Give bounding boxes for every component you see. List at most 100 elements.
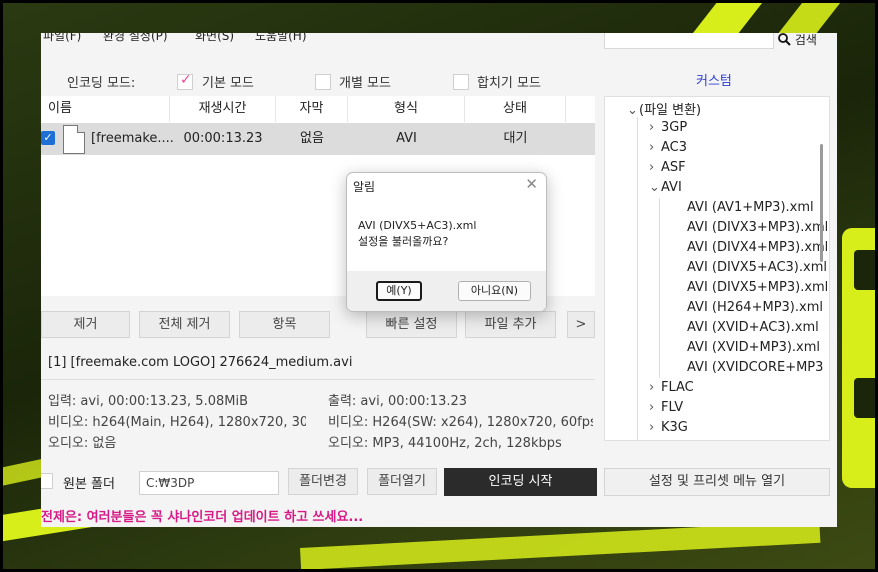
cell-format: AVI — [396, 131, 417, 146]
change-folder-button[interactable]: 폴더변경 — [288, 468, 358, 495]
bg-stripe — [300, 520, 821, 570]
start-encoding-button[interactable]: 인코딩 시작 — [444, 468, 597, 496]
dialog-preset-name: AVI (DIVX5+AC3).xml — [358, 219, 477, 232]
dialog-footer: 예(Y) 아니요(N) — [347, 271, 546, 311]
column-header-spare — [566, 96, 595, 122]
info-output: 출력: avi, 00:00:13.23 — [328, 394, 468, 409]
tree-item-ac3[interactable]: › AC3 — [649, 140, 687, 155]
cell-status: 대기 — [503, 131, 528, 146]
chevron-down-icon: ⌄ — [627, 103, 638, 118]
tree-preset-avi-divx5-ac3[interactable]: AVI (DIVX5+AC3).xml — [687, 260, 827, 275]
tree-preset-avi-av1-mp3[interactable]: AVI (AV1+MP3).xml — [687, 200, 814, 215]
bg-notch — [854, 378, 878, 418]
tree-item-asf[interactable]: › ASF — [649, 160, 686, 175]
tree-item-k3g[interactable]: › K3G — [649, 420, 688, 435]
add-file-button[interactable]: 파일 추가 — [465, 311, 556, 338]
basic-mode-checkbox[interactable]: ✓ — [177, 72, 193, 90]
tree-label: FLV — [661, 400, 684, 415]
remove-button[interactable]: 제거 — [41, 311, 130, 338]
column-header-status[interactable]: 상태 — [465, 96, 566, 122]
chevron-down-icon: ⌄ — [649, 180, 660, 195]
tree-label: FLAC — [661, 380, 694, 395]
preset-tree: ⌄(파일 변환) › 3GP › AC3 › ASF ⌄AVI AVI (AV1+MP… — [604, 96, 830, 441]
merge-mode-label: 합치기 모드 — [477, 76, 541, 91]
tree-preset-avi-xvid-ac3[interactable]: AVI (XVID+AC3).xml — [687, 320, 819, 335]
cell-duration: 00:00:13.23 — [183, 131, 263, 146]
check-icon: ✓ — [180, 72, 192, 88]
cell-subtitle: 없음 — [300, 131, 324, 146]
search-icon — [778, 33, 791, 46]
more-button[interactable]: > — [567, 311, 595, 338]
source-folder-label: 원본 폴더 — [63, 477, 115, 492]
info-audio-output: 오디오: MP3, 44100Hz, 2ch, 128kbps — [328, 436, 562, 451]
chevron-right-icon: › — [649, 380, 655, 395]
items-button[interactable]: 항목 — [239, 311, 330, 338]
tree-preset-avi-divx4-mp3[interactable]: AVI (DIVX4+MP3).xml — [687, 240, 828, 255]
tree-root[interactable]: ⌄(파일 변환) — [627, 99, 701, 118]
search-button[interactable]: 검색 — [778, 33, 817, 48]
basic-mode-label: 기본 모드 — [202, 76, 254, 91]
info-title: [1] [freemake.com LOGO] 276624_medium.av… — [48, 355, 353, 370]
tree-label: 3GP — [661, 120, 688, 135]
tree-preset-avi-divx5-mp3[interactable]: AVI (DIVX5+MP3).xml — [687, 280, 828, 295]
cell-name: [freemake.... — [91, 131, 173, 146]
encoding-mode-label: 인코딩 모드: — [67, 76, 136, 91]
file-info-panel: [1] [freemake.com LOGO] 276624_medium.av… — [41, 347, 595, 453]
tree-label: ASF — [661, 160, 686, 175]
close-icon[interactable]: ✕ — [525, 175, 538, 193]
merge-mode-checkbox[interactable] — [453, 74, 469, 90]
individual-mode-label: 개별 모드 — [339, 76, 391, 91]
tree-preset-avi-xvid-mp3[interactable]: AVI (XVID+MP3).xml — [687, 340, 820, 355]
custom-preset-link[interactable]: 커스텀 — [696, 70, 732, 89]
tree-preset-avi-divx3-mp3[interactable]: AVI (DIVX3+MP3).xml — [687, 220, 828, 235]
column-header-duration[interactable]: 재생시간 — [170, 96, 276, 122]
tree-label: K3G — [661, 420, 688, 435]
table-row[interactable]: ✓ [freemake.... 00:00:13.23 없음 AVI 대기 — [41, 123, 595, 155]
source-folder-checkbox[interactable] — [41, 473, 53, 489]
menu-view[interactable]: 화면(S) — [195, 33, 234, 44]
search-input[interactable] — [604, 33, 774, 49]
tree-guide — [637, 117, 638, 440]
open-folder-button[interactable]: 폴더열기 — [367, 468, 437, 495]
menu-preferences[interactable]: 환경 설정(P) — [103, 33, 168, 44]
chevron-right-icon: › — [649, 120, 655, 135]
menu-help[interactable]: 도움말(H) — [255, 33, 307, 44]
tree-scrollbar[interactable] — [820, 144, 823, 262]
menu-file[interactable]: 파일(F) — [43, 33, 81, 44]
info-audio-input: 오디오: 없음 — [48, 436, 117, 451]
tree-item-flac[interactable]: › FLAC — [649, 380, 694, 395]
individual-mode-checkbox[interactable] — [315, 74, 331, 90]
encoding-mode-row: 인코딩 모드: ✓ 기본 모드 개별 모드 합치기 모드 — [41, 66, 601, 92]
open-preset-menu-button[interactable]: 설정 및 프리셋 메뉴 열기 — [604, 468, 830, 496]
info-input: 입력: avi, 00:00:13.23, 5.08MiB — [48, 394, 248, 409]
tree-item-3gp[interactable]: › 3GP — [649, 120, 687, 135]
info-video-input: 비디오: h264(Main, H264), 1280x720, 30f... — [48, 415, 306, 430]
dialog-question: 설정을 불러올까요? — [358, 235, 449, 248]
file-icon — [63, 125, 85, 154]
tree-guide — [659, 198, 660, 378]
tree-item-avi[interactable]: ⌄AVI — [649, 180, 682, 195]
info-video-output: 비디오: H264(SW: x264), 1280x720, 60fps,... — [328, 415, 593, 430]
tree-preset-avi-h264-mp3[interactable]: AVI (H264+MP3).xml — [687, 300, 823, 315]
update-notice: 전제은: 여러분들은 꼭 샤나인코더 업데이트 하고 쓰세요... — [41, 510, 364, 525]
chevron-right-icon: › — [649, 400, 655, 415]
search-label: 검색 — [794, 33, 817, 47]
tree-preset-avi-xvidcore-mp3[interactable]: AVI (XVIDCORE+MP3 — [687, 360, 823, 375]
menu-bar: 파일(F) 환경 설정(P) 화면(S) 도움말(H) — [41, 33, 601, 55]
tree-label: AC3 — [661, 140, 688, 155]
dialog-body: AVI (DIVX5+AC3).xml 설정을 불러올까요? — [347, 199, 546, 271]
dialog-title: 알림 — [353, 180, 376, 194]
column-header-subtitle[interactable]: 자막 — [276, 96, 348, 122]
quick-settings-button[interactable]: 빠른 설정 — [366, 311, 457, 338]
no-button[interactable]: 아니요(N) — [458, 281, 531, 301]
bg-notch — [854, 250, 878, 290]
output-path-input[interactable]: C:₩3DP — [139, 471, 279, 495]
row-checkbox[interactable]: ✓ — [41, 131, 55, 145]
column-header-name[interactable]: 이름 — [41, 96, 170, 122]
tree-item-flv[interactable]: › FLV — [649, 400, 683, 415]
yes-button[interactable]: 예(Y) — [376, 281, 422, 301]
tree-root-label: (파일 변환) — [639, 103, 702, 118]
chevron-right-icon: › — [649, 420, 655, 435]
column-header-format[interactable]: 형식 — [348, 96, 465, 122]
remove-all-button[interactable]: 전체 제거 — [139, 311, 230, 338]
